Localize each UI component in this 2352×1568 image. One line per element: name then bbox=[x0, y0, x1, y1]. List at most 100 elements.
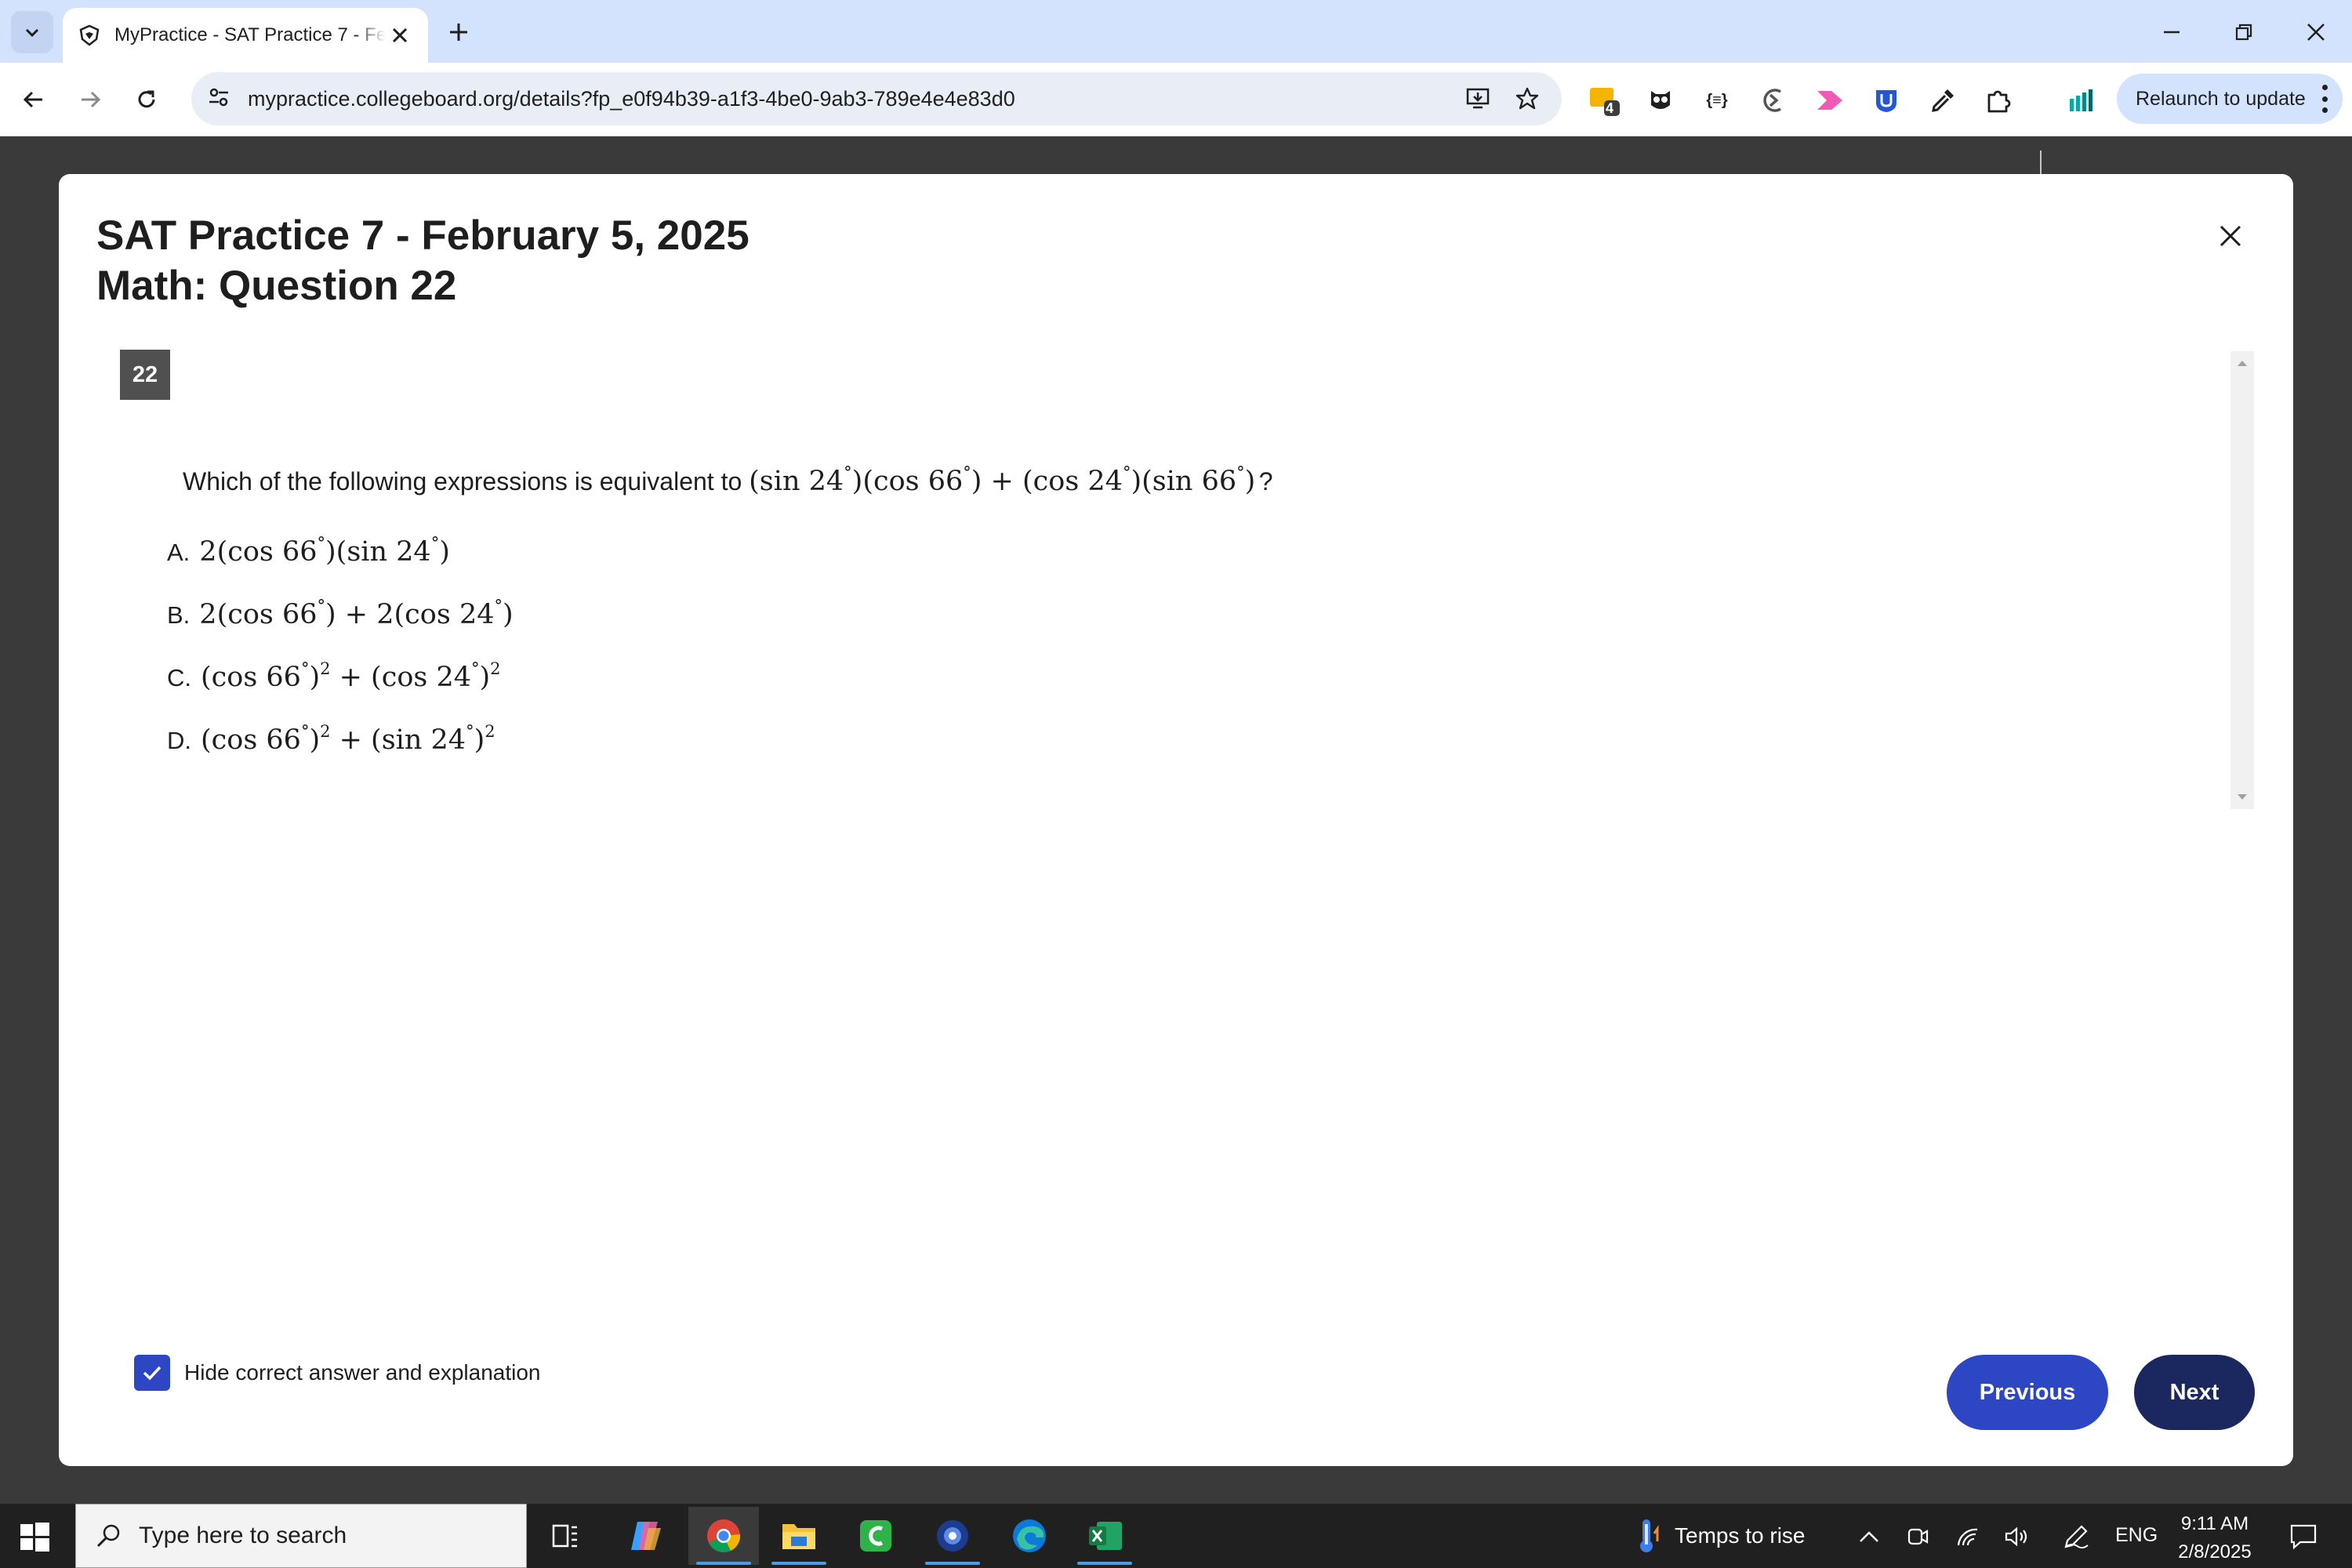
taskbar-search-box[interactable]: Type here to search bbox=[75, 1504, 527, 1568]
arrow-left-icon bbox=[23, 91, 42, 108]
windows-taskbar: Type here to search Temps to rise ENG 9:… bbox=[0, 1504, 2352, 1568]
question-scrollbar[interactable] bbox=[2230, 351, 2254, 809]
system-clock[interactable]: 9:11 AM 2/8/2025 bbox=[2172, 1510, 2258, 1566]
extension-bars-icon[interactable] bbox=[2062, 82, 2100, 119]
browser-toolbar: mypractice.collegeboard.org/details?fp_e… bbox=[0, 63, 2352, 176]
choice-expression: 2(cos 66°)(sin 24°) bbox=[199, 534, 450, 568]
question-end: ? bbox=[1258, 467, 1273, 495]
toolbar-divider bbox=[2040, 151, 2042, 176]
question-number-badge: 22 bbox=[120, 350, 170, 400]
minimize-button[interactable] bbox=[2148, 11, 2195, 53]
browser-menu-icon[interactable] bbox=[2321, 85, 2328, 113]
scroll-down-icon[interactable] bbox=[2230, 786, 2254, 809]
new-tab-button[interactable] bbox=[441, 14, 477, 50]
choice-expression: 2(cos 66°) + 2(cos 24°) bbox=[199, 597, 514, 631]
modal-close-button[interactable] bbox=[2211, 216, 2250, 256]
active-app-indicator bbox=[696, 1562, 751, 1565]
pen-icon[interactable] bbox=[2060, 1521, 2092, 1552]
address-bar[interactable]: mypractice.collegeboard.org/details?fp_e… bbox=[191, 72, 1562, 125]
language-indicator[interactable]: ENG bbox=[2115, 1524, 2158, 1547]
excel-icon[interactable] bbox=[1069, 1507, 1140, 1565]
app-icon[interactable] bbox=[917, 1507, 988, 1565]
tab-close-icon[interactable] bbox=[386, 21, 414, 49]
clock-date: 2/8/2025 bbox=[2178, 1541, 2252, 1563]
choice-letter: A. bbox=[167, 539, 191, 566]
app-indicator bbox=[925, 1562, 980, 1565]
url-text[interactable]: mypractice.collegeboard.org/details?fp_e… bbox=[248, 87, 1449, 111]
edge-icon[interactable] bbox=[994, 1507, 1065, 1565]
minimize-icon bbox=[2164, 31, 2180, 34]
collegeboard-favicon-icon bbox=[77, 23, 102, 48]
app-indicator bbox=[1077, 1562, 1132, 1565]
modal-title: SAT Practice 7 - February 5, 2025 bbox=[96, 212, 750, 259]
search-icon bbox=[96, 1524, 120, 1548]
browser-tabstrip: MyPractice - SAT Practice 7 - February 5… bbox=[0, 0, 2352, 63]
chevron-up-icon[interactable] bbox=[1853, 1521, 1885, 1552]
checkmark-icon bbox=[143, 1366, 162, 1381]
choice-expression: (cos 66°)2 + (sin 24°)2 bbox=[201, 722, 495, 757]
question-expression: (sin 24°)(cos 66°) + (cos 24°)(sin 66°) bbox=[749, 463, 1256, 498]
network-icon[interactable] bbox=[1952, 1521, 1984, 1552]
site-settings-icon[interactable] bbox=[207, 85, 230, 113]
hide-answer-label: Hide correct answer and explanation bbox=[184, 1360, 541, 1385]
forward-button[interactable] bbox=[69, 78, 111, 121]
chrome-icon[interactable] bbox=[688, 1507, 759, 1565]
choice-letter: D. bbox=[167, 727, 191, 754]
restore-button[interactable] bbox=[2220, 11, 2267, 53]
bookmark-star-icon[interactable] bbox=[1508, 80, 1546, 118]
extension-owl-icon[interactable] bbox=[1642, 82, 1679, 119]
app-indicator bbox=[771, 1562, 826, 1565]
question-stem: Which of the following expressions is eq… bbox=[183, 463, 1273, 498]
close-icon bbox=[2307, 24, 2325, 41]
relaunch-to-update-button[interactable]: Relaunch to update bbox=[2117, 74, 2343, 124]
extension-json-icon[interactable]: {≡} bbox=[1698, 82, 1736, 119]
choice-a[interactable]: A. 2(cos 66°)(sin 24°) bbox=[167, 534, 450, 568]
choice-d[interactable]: D. (cos 66°)2 + (sin 24°)2 bbox=[167, 722, 495, 757]
weather-widget[interactable]: Temps to rise bbox=[1635, 1518, 1806, 1554]
copilot-icon[interactable] bbox=[610, 1507, 681, 1565]
extension-u-icon[interactable] bbox=[1867, 82, 1905, 119]
eyedropper-icon[interactable] bbox=[1924, 82, 1962, 119]
restore-icon bbox=[2235, 24, 2252, 41]
choice-b[interactable]: B. 2(cos 66°) + 2(cos 24°) bbox=[167, 597, 514, 631]
extension-badge: 4 bbox=[1606, 100, 1614, 116]
chevron-down-icon bbox=[25, 28, 39, 38]
file-explorer-icon[interactable] bbox=[764, 1507, 834, 1565]
modal-subtitle: Math: Question 22 bbox=[96, 263, 457, 309]
weather-text: Temps to rise bbox=[1675, 1523, 1806, 1548]
scroll-up-icon[interactable] bbox=[2230, 351, 2254, 375]
hide-answer-checkbox[interactable] bbox=[134, 1355, 170, 1391]
task-view-icon[interactable] bbox=[530, 1507, 601, 1565]
previous-button[interactable]: Previous bbox=[1947, 1355, 2108, 1430]
tab-title: MyPractice - SAT Practice 7 - February 5… bbox=[114, 24, 386, 45]
reload-icon bbox=[138, 90, 155, 108]
volume-icon[interactable] bbox=[2001, 1521, 2032, 1552]
choice-c[interactable]: C. (cos 66°)2 + (cos 24°)2 bbox=[167, 659, 501, 694]
tab-mypractice[interactable]: MyPractice - SAT Practice 7 - February 5… bbox=[63, 8, 428, 63]
next-button[interactable]: Next bbox=[2134, 1355, 2255, 1430]
relaunch-label: Relaunch to update bbox=[2136, 87, 2306, 110]
hide-answer-toggle[interactable]: Hide correct answer and explanation bbox=[134, 1355, 540, 1391]
extension-tabs-icon[interactable]: 4 bbox=[1585, 82, 1623, 119]
meet-now-icon[interactable] bbox=[1902, 1521, 1933, 1552]
choice-letter: B. bbox=[167, 601, 191, 629]
start-button[interactable] bbox=[16, 1518, 53, 1555]
camtasia-icon[interactable] bbox=[840, 1507, 911, 1565]
extension-speed-icon[interactable] bbox=[1755, 82, 1792, 119]
extensions-puzzle-icon[interactable] bbox=[1980, 82, 2018, 119]
reload-button[interactable] bbox=[125, 78, 168, 121]
close-window-button[interactable] bbox=[2292, 11, 2339, 53]
tab-search-button[interactable] bbox=[11, 11, 53, 53]
extension-pink-arrow-icon[interactable] bbox=[1811, 82, 1849, 119]
close-icon bbox=[2220, 225, 2241, 247]
arrow-right-icon bbox=[82, 91, 101, 108]
notifications-icon[interactable] bbox=[2286, 1519, 2321, 1554]
clock-time: 9:11 AM bbox=[2180, 1513, 2249, 1534]
choice-expression: (cos 66°)2 + (cos 24°)2 bbox=[201, 659, 501, 694]
install-app-icon[interactable] bbox=[1460, 80, 1497, 118]
back-button[interactable] bbox=[13, 78, 55, 121]
choice-letter: C. bbox=[167, 664, 191, 691]
question-modal: SAT Practice 7 - February 5, 2025 Math: … bbox=[59, 174, 2293, 1466]
plus-icon bbox=[450, 24, 467, 41]
question-prompt: Which of the following expressions is eq… bbox=[183, 467, 750, 495]
